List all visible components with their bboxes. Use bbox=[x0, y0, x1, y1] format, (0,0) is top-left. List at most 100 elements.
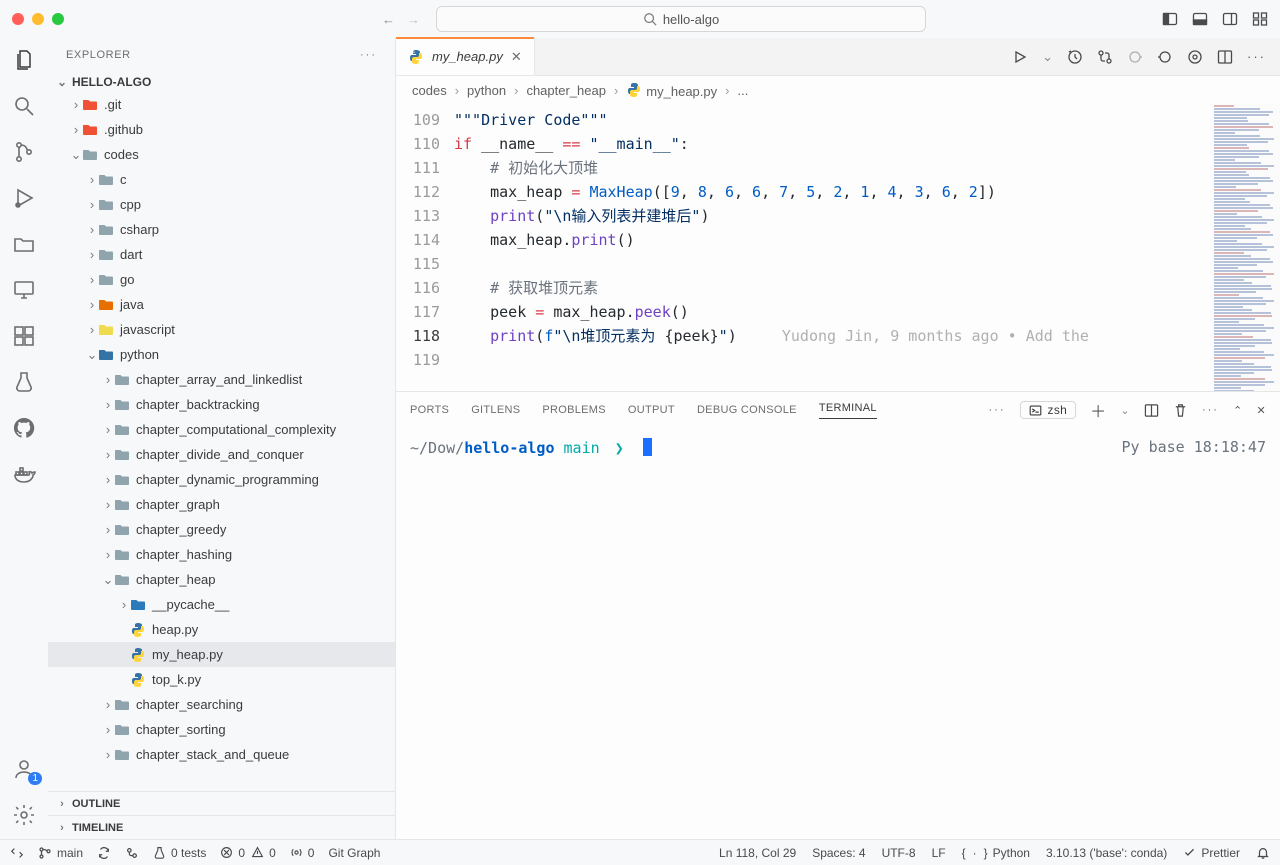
panel-more-2-icon[interactable]: ··· bbox=[1202, 404, 1219, 416]
command-center[interactable]: hello-algo bbox=[436, 6, 926, 32]
activity-remote[interactable] bbox=[12, 278, 36, 302]
tree-folder[interactable]: ›dart bbox=[48, 242, 395, 267]
tree-folder[interactable]: ›.git bbox=[48, 92, 395, 117]
kill-terminal-icon[interactable] bbox=[1173, 403, 1188, 418]
tree-file[interactable]: heap.py bbox=[48, 617, 395, 642]
status-eol[interactable]: LF bbox=[932, 846, 946, 860]
status-radio[interactable]: 0 bbox=[290, 846, 315, 860]
toggle-primary-sidebar-icon[interactable] bbox=[1162, 11, 1178, 27]
customize-layout-icon[interactable] bbox=[1252, 11, 1268, 27]
breadcrumb-segment[interactable]: codes bbox=[412, 83, 447, 98]
nav-next-icon[interactable] bbox=[1127, 49, 1143, 65]
breadcrumbs[interactable]: codes›python›chapter_heap›my_heap.py›... bbox=[396, 76, 1280, 104]
terminal[interactable]: ~/Dow/hello-algo main ❯ Py base 18:18:47 bbox=[396, 428, 1280, 839]
activity-source-control[interactable] bbox=[12, 140, 36, 164]
minimize-window-button[interactable] bbox=[32, 13, 44, 25]
status-errors[interactable]: 0 bbox=[220, 846, 245, 860]
status-interpreter[interactable]: 3.10.13 ('base': conda) bbox=[1046, 846, 1167, 860]
tree-folder[interactable]: ›chapter_hashing bbox=[48, 542, 395, 567]
activity-docker[interactable] bbox=[12, 462, 36, 486]
run-dropdown[interactable]: ⌄ bbox=[1042, 49, 1053, 65]
tree-folder[interactable]: ›csharp bbox=[48, 217, 395, 242]
status-branch[interactable]: main bbox=[38, 846, 83, 860]
tree-folder[interactable]: ›chapter_divide_and_conquer bbox=[48, 442, 395, 467]
new-terminal-button[interactable]: ＋ bbox=[1090, 398, 1106, 422]
tree-folder[interactable]: ›chapter_stack_and_queue bbox=[48, 742, 395, 767]
nav-revision-icon[interactable] bbox=[1157, 49, 1173, 65]
explorer-root[interactable]: ⌄ HELLO-ALGO bbox=[48, 72, 395, 92]
activity-testing[interactable] bbox=[12, 370, 36, 394]
activity-extensions[interactable] bbox=[12, 324, 36, 348]
zoom-window-button[interactable] bbox=[52, 13, 64, 25]
activity-run-debug[interactable] bbox=[12, 186, 36, 210]
toggle-blame-icon[interactable] bbox=[1187, 49, 1203, 65]
close-tab-icon[interactable]: ✕ bbox=[511, 49, 522, 65]
tree-folder[interactable]: ›chapter_greedy bbox=[48, 517, 395, 542]
activity-accounts[interactable]: 1 bbox=[12, 757, 36, 781]
tree-folder[interactable]: ›chapter_graph bbox=[48, 492, 395, 517]
tree-folder[interactable]: ›chapter_backtracking bbox=[48, 392, 395, 417]
status-spaces[interactable]: Spaces: 4 bbox=[812, 846, 865, 860]
nav-forward-button[interactable]: → bbox=[407, 12, 420, 27]
panel-tab-ports[interactable]: PORTS bbox=[410, 404, 449, 416]
tree-folder[interactable]: ⌄python bbox=[48, 342, 395, 367]
timeline-section[interactable]: › TIMELINE bbox=[48, 815, 395, 839]
panel-tab-problems[interactable]: PROBLEMS bbox=[542, 404, 606, 416]
breadcrumb-segment[interactable]: my_heap.py bbox=[626, 82, 717, 99]
panel-tab-terminal[interactable]: TERMINAL bbox=[819, 402, 877, 419]
code-content[interactable]: """Driver Code"""if __name__ == "__main_… bbox=[454, 104, 1210, 391]
editor-tab[interactable]: my_heap.py ✕ bbox=[396, 38, 535, 75]
tree-folder[interactable]: ›javascript bbox=[48, 317, 395, 342]
status-lncol[interactable]: Ln 118, Col 29 bbox=[719, 846, 796, 860]
tree-folder[interactable]: ›go bbox=[48, 267, 395, 292]
tree-folder[interactable]: ›chapter_sorting bbox=[48, 717, 395, 742]
breadcrumb-segment[interactable]: ... bbox=[737, 83, 748, 98]
activity-explorer-alt[interactable] bbox=[12, 232, 36, 256]
minimap[interactable] bbox=[1210, 104, 1280, 391]
tree-folder[interactable]: ›chapter_dynamic_programming bbox=[48, 467, 395, 492]
tree-folder[interactable]: ⌄chapter_heap bbox=[48, 567, 395, 592]
git-compare-icon[interactable] bbox=[1097, 49, 1113, 65]
sidebar-more-icon[interactable]: ··· bbox=[360, 49, 377, 61]
tree-file[interactable]: top_k.py bbox=[48, 667, 395, 692]
timeline-icon[interactable] bbox=[1067, 49, 1083, 65]
status-sync[interactable] bbox=[97, 846, 111, 860]
breadcrumb-segment[interactable]: chapter_heap bbox=[526, 83, 606, 98]
status-lang[interactable]: {·} Python bbox=[962, 846, 1030, 860]
activity-search[interactable] bbox=[12, 94, 36, 118]
breadcrumb-segment[interactable]: python bbox=[467, 83, 506, 98]
tree-folder[interactable]: ›.github bbox=[48, 117, 395, 142]
tree-folder[interactable]: ›chapter_searching bbox=[48, 692, 395, 717]
split-terminal-icon[interactable] bbox=[1144, 403, 1159, 418]
panel-close-icon[interactable]: ✕ bbox=[1256, 404, 1266, 417]
tree-file[interactable]: my_heap.py bbox=[48, 642, 395, 667]
status-tests[interactable]: 0 tests bbox=[153, 846, 206, 860]
tree-folder[interactable]: ⌄codes bbox=[48, 142, 395, 167]
close-window-button[interactable] bbox=[12, 13, 24, 25]
editor-more-icon[interactable]: ··· bbox=[1247, 49, 1266, 64]
status-gitlens[interactable] bbox=[125, 846, 139, 860]
tree-folder[interactable]: ›cpp bbox=[48, 192, 395, 217]
panel-more-icon[interactable]: ··· bbox=[989, 404, 1006, 416]
status-prettier[interactable]: Prettier bbox=[1183, 846, 1240, 860]
status-warnings[interactable]: 0 bbox=[251, 846, 276, 860]
editor-code[interactable]: 109110111112113114115116117118119 """Dri… bbox=[396, 104, 1280, 391]
activity-explorer[interactable] bbox=[12, 48, 36, 72]
panel-tab-output[interactable]: OUTPUT bbox=[628, 404, 675, 416]
status-gitgraph[interactable]: Git Graph bbox=[328, 846, 380, 860]
status-bell[interactable] bbox=[1256, 846, 1270, 860]
activity-settings[interactable] bbox=[12, 803, 36, 827]
tree-folder[interactable]: ›chapter_array_and_linkedlist bbox=[48, 367, 395, 392]
panel-tab-gitlens[interactable]: GITLENS bbox=[471, 404, 520, 416]
split-editor-icon[interactable] bbox=[1217, 49, 1233, 65]
terminal-dropdown[interactable]: ⌄ bbox=[1120, 404, 1130, 417]
panel-tab-debug-console[interactable]: DEBUG CONSOLE bbox=[697, 404, 797, 416]
tree-folder[interactable]: ›java bbox=[48, 292, 395, 317]
toggle-panel-icon[interactable] bbox=[1192, 11, 1208, 27]
outline-section[interactable]: › OUTLINE bbox=[48, 791, 395, 815]
tree-folder[interactable]: ›c bbox=[48, 167, 395, 192]
run-file-button[interactable] bbox=[1012, 49, 1028, 65]
toggle-secondary-sidebar-icon[interactable] bbox=[1222, 11, 1238, 27]
nav-back-button[interactable]: ← bbox=[382, 12, 395, 27]
panel-maximize-icon[interactable]: ⌃ bbox=[1233, 404, 1243, 417]
